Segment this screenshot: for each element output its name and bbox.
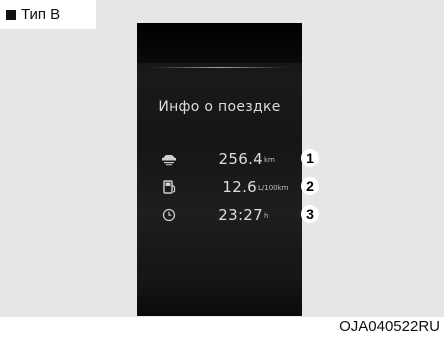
trip-info-title: Инфо о поездке [158,99,281,115]
display-divider [151,67,288,68]
fuel-economy-row: 12.6 L/100km 2 [137,176,327,198]
square-bullet-icon [6,10,16,20]
trip-distance-value: 256.4 [218,150,263,168]
display-bottom-band [137,273,302,316]
drive-time-value: 23:27 [218,206,263,224]
type-label-text: Тип B [21,6,61,23]
callout-1: 1 [301,149,319,167]
display-top-band [137,23,302,63]
callout-2: 2 [301,177,319,195]
trip-distance-unit: km [264,156,275,164]
fuel-economy-unit: L/100km [258,184,289,192]
callout-3: 3 [301,205,319,223]
drive-time-unit: h [264,212,269,220]
fuel-economy-icon [163,180,176,194]
trip-distance-row: 256.4 km 1 [137,148,327,170]
distance-icon [162,155,176,166]
type-label: Тип B [0,0,96,29]
fuel-economy-value: 12.6 [222,178,257,196]
figure-code: OJA040522RU [339,318,440,335]
cluster-display: Инфо о поездке 256.4 km 1 12.6 L/100km 2… [137,23,319,316]
drive-time-row: 23:27 h 3 [137,204,327,226]
clock-icon [162,208,176,222]
